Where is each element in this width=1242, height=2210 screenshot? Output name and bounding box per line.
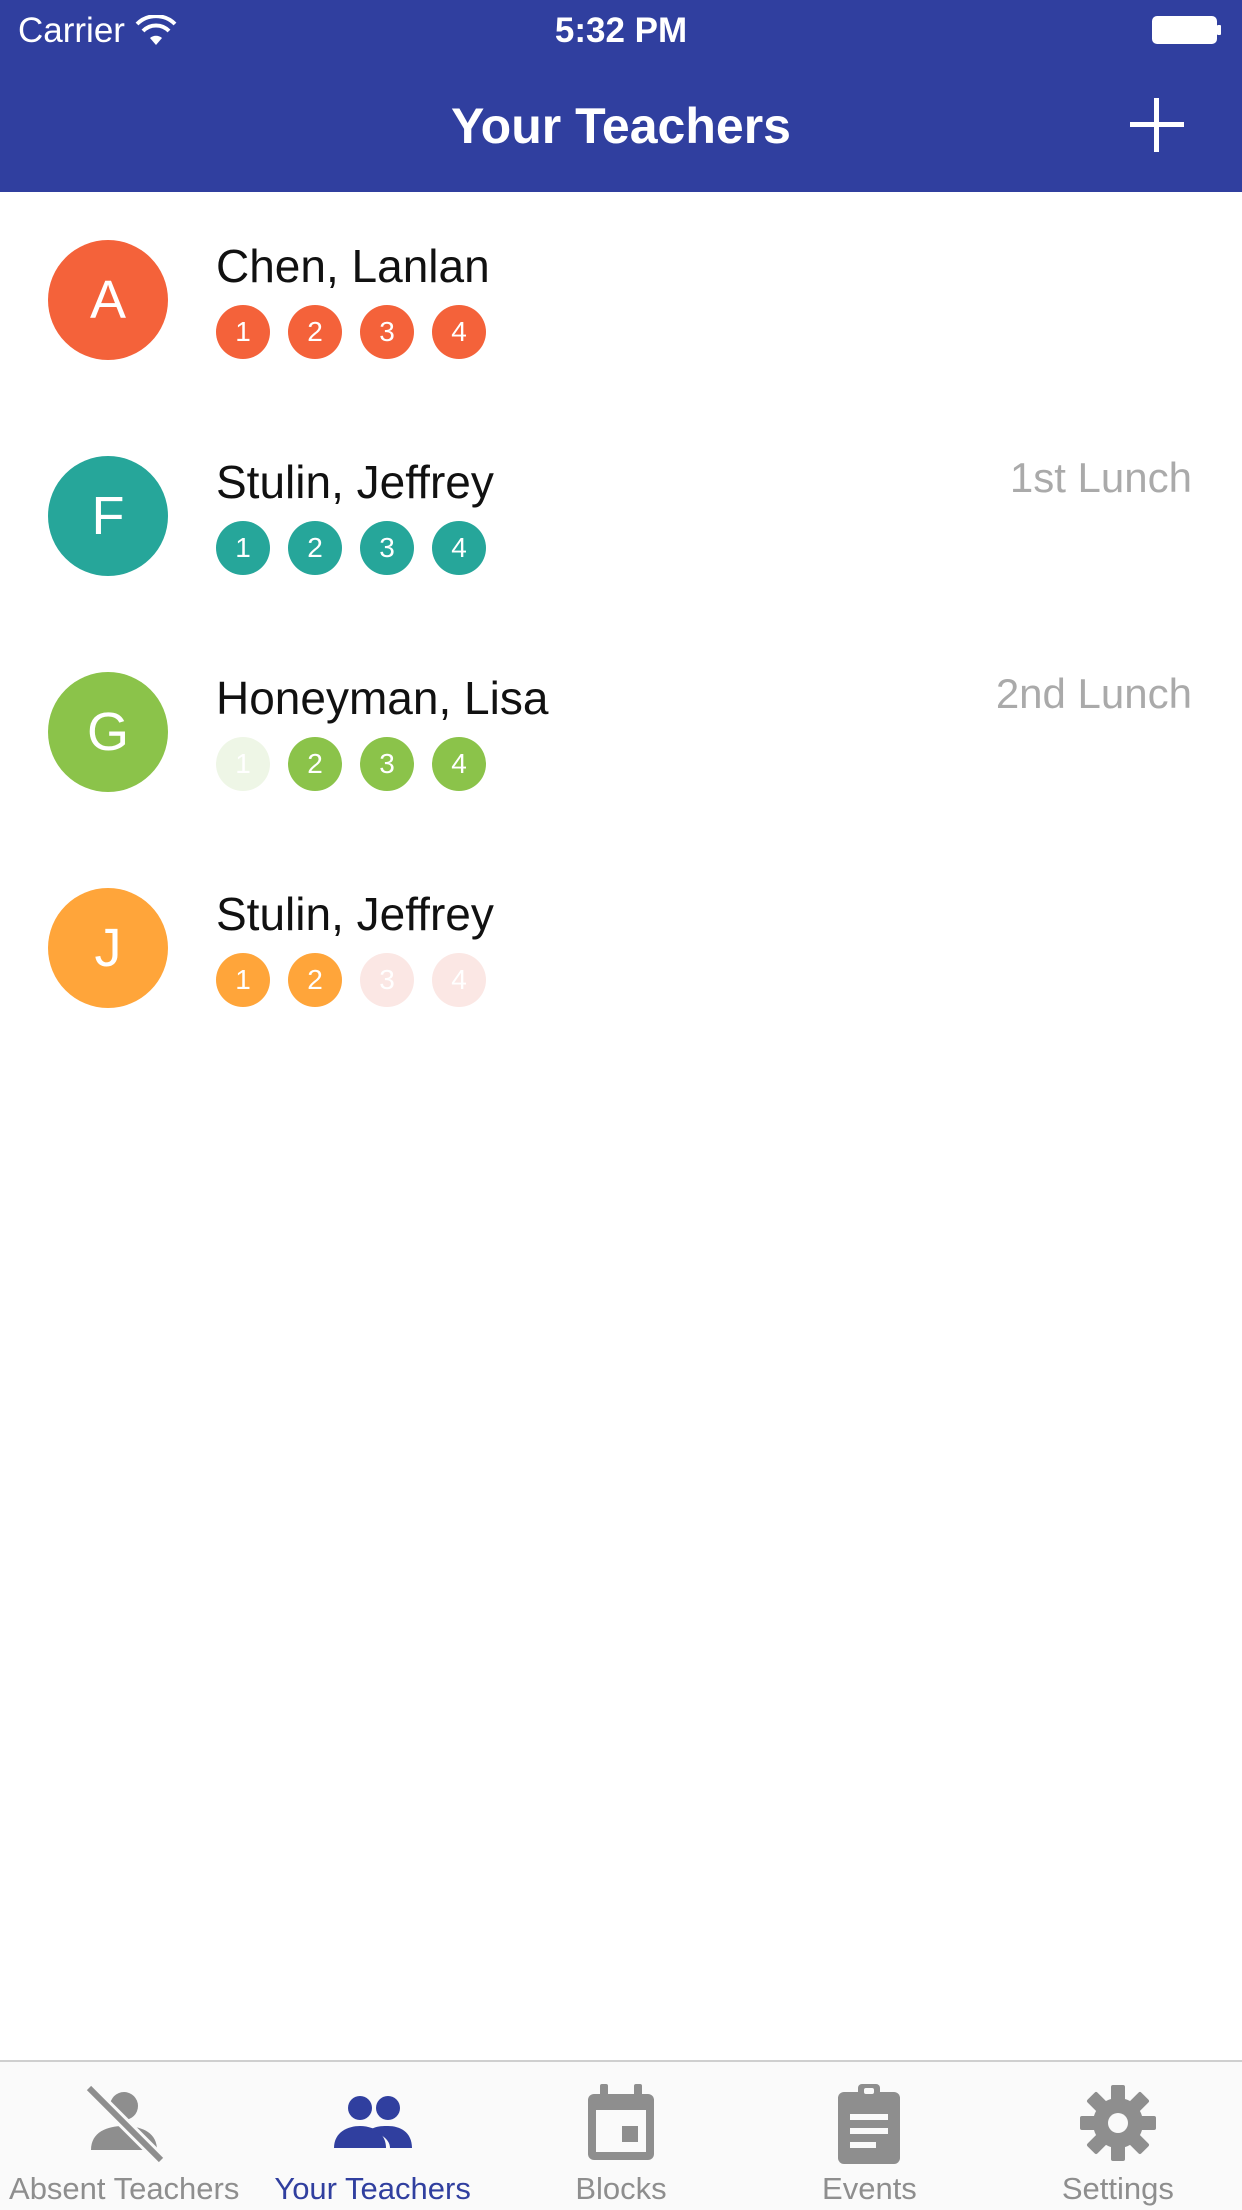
people-icon [333,2096,412,2148]
tab-events[interactable]: Events [745,2062,993,2210]
add-teacher-button[interactable] [1122,90,1192,160]
teacher-row[interactable]: A Chen, Lanlan 1 2 3 4 [0,192,1242,408]
tab-absent-teachers-label: Absent Teachers [9,2171,240,2206]
teacher-avatar: G [48,672,168,792]
block-indicator: 4 [432,521,486,575]
person-off-icon [84,2083,166,2165]
block-indicator: 1 [216,737,270,791]
navigation-header: Carrier 5:32 PM Your Teachers [0,0,1242,192]
teacher-name: Stulin, Jeffrey [216,456,494,508]
clipboard-icon [838,2084,901,2164]
plus-icon [1130,98,1184,152]
block-indicators: 1234 [216,953,486,1007]
block-indicator: 2 [288,953,342,1007]
block-indicators: 1234 [216,521,486,575]
tab-blocks-label: Blocks [575,2171,667,2206]
tab-settings[interactable]: Settings [994,2062,1242,2210]
teacher-list: A Chen, Lanlan 1 2 3 4 F Stulin, Jeffrey 1st Lun… [0,192,1242,1056]
block-indicator: 1 [216,953,270,1007]
teacher-avatar: F [48,456,168,576]
block-indicator: 2 [288,521,342,575]
gear-icon [1079,2085,1156,2161]
teacher-row[interactable]: J Stulin, Jeffrey 1 2 3 4 [0,840,1242,1056]
teacher-row[interactable]: F Stulin, Jeffrey 1st Lunch 1 2 3 4 [0,408,1242,624]
block-indicator: 4 [432,953,486,1007]
battery-icon [1152,16,1221,44]
teacher-row[interactable]: G Honeyman, Lisa 2nd Lunch 1 2 3 4 [0,624,1242,840]
block-indicator: 3 [360,521,414,575]
tab-your-teachers-label: Your Teachers [274,2171,471,2206]
block-indicators: 1234 [216,737,486,791]
lunch-label: 1st Lunch [1009,454,1192,501]
block-indicator: 1 [216,305,270,359]
teacher-name: Honeyman, Lisa [216,672,549,724]
tab-your-teachers[interactable]: Your Teachers [248,2062,496,2210]
calendar-icon [588,2084,655,2160]
block-indicators: 1234 [216,305,486,359]
tab-bar: Absent Teachers Your Teachers Blocks Eve… [0,2060,1242,2210]
block-indicator: 4 [432,305,486,359]
block-indicator: 3 [360,953,414,1007]
block-indicator: 4 [432,737,486,791]
tab-settings-label: Settings [1061,2171,1174,2206]
tab-blocks[interactable]: Blocks [497,2062,745,2210]
page-title: Your Teachers [451,98,791,154]
block-indicator: 2 [288,737,342,791]
block-indicator: 3 [360,305,414,359]
block-indicator: 1 [216,521,270,575]
tab-absent-teachers[interactable]: Absent Teachers [0,2062,248,2210]
tab-events-label: Events [822,2171,917,2206]
block-indicator: 2 [288,305,342,359]
block-indicator: 3 [360,737,414,791]
teacher-name: Stulin, Jeffrey [216,888,494,940]
status-time: 5:32 PM [554,11,688,50]
teacher-name: Chen, Lanlan [216,240,490,292]
teacher-avatar: J [48,888,168,1008]
teacher-avatar: A [48,240,168,360]
lunch-label: 2nd Lunch [995,670,1192,717]
